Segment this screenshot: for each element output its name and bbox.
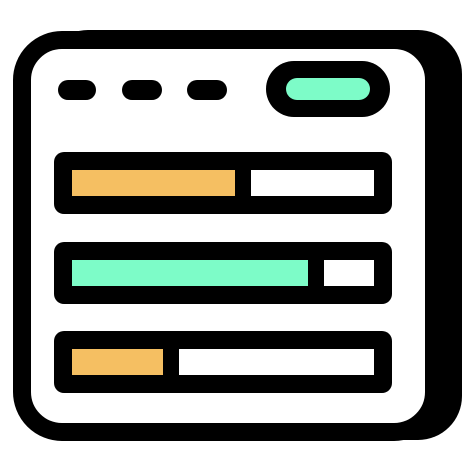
header-dot-1 [58, 80, 96, 100]
progress-bar-1-divider [235, 170, 251, 196]
header-dot-3 [187, 80, 227, 100]
progress-bar-2-divider [308, 260, 324, 286]
progress-bar-1-fill [72, 170, 235, 196]
progress-bar-3-fill [72, 349, 163, 375]
dashboard-progress-bars-icon [13, 30, 462, 441]
progress-bar-3-divider [163, 349, 179, 375]
icon-canvas [0, 0, 474, 474]
header-pill-fill [286, 78, 370, 100]
header-dot-2 [122, 80, 162, 100]
progress-bar-2-fill [72, 260, 308, 286]
progress-bars [54, 152, 392, 393]
